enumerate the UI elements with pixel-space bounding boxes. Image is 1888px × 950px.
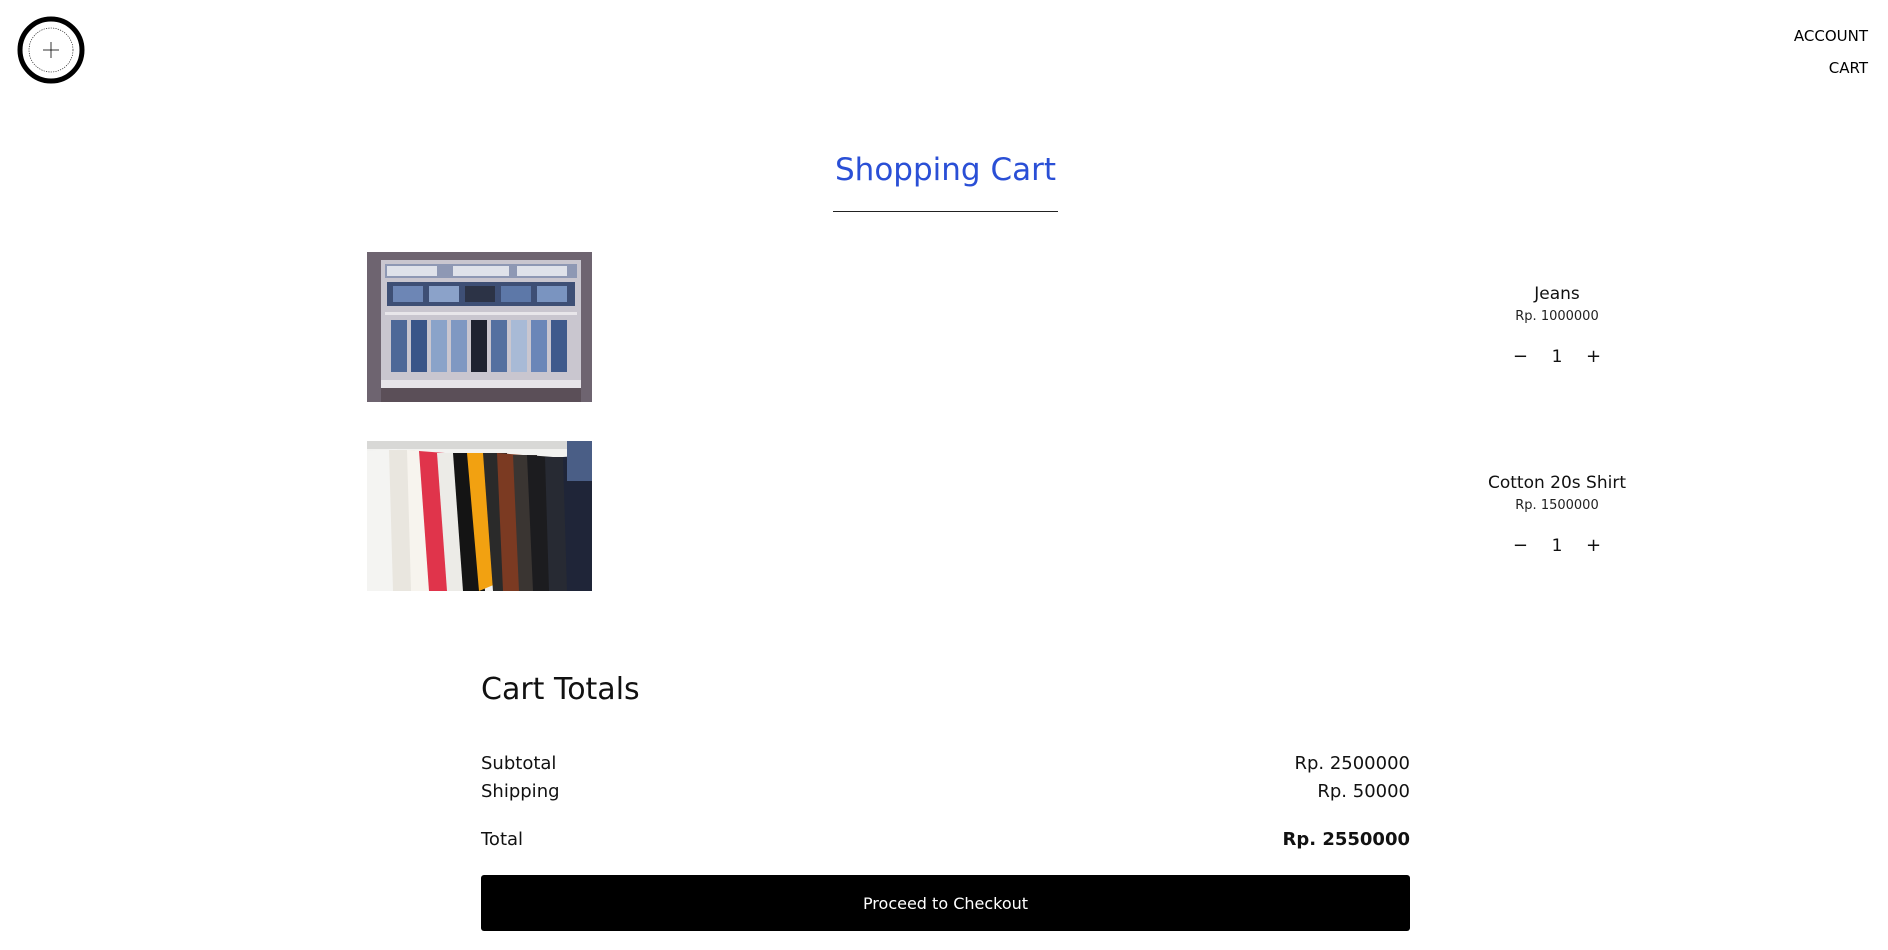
- cart-item: Cotton 20s Shirt Rp. 1500000 − 1 +: [367, 441, 1626, 591]
- top-nav: ACCOUNT CART: [1794, 20, 1868, 84]
- title-underline: [833, 211, 1058, 212]
- quantity-stepper: − 1 +: [1407, 346, 1707, 368]
- quantity-stepper: − 1 +: [1407, 535, 1707, 557]
- cart-item: Jeans Rp. 1000000 − 1 +: [367, 252, 1601, 402]
- total-value: Rp. 2550000: [1282, 829, 1410, 850]
- shipping-value: Rp. 50000: [1317, 781, 1410, 802]
- checkout-button[interactable]: Proceed to Checkout: [481, 875, 1410, 931]
- total-row: Total Rp. 2550000: [481, 826, 1410, 854]
- page-title: Shopping Cart: [835, 152, 1056, 188]
- subtotal-value: Rp. 2500000: [1294, 753, 1410, 774]
- page: ACCOUNT CART Shopping Cart Jeans Rp. 100…: [0, 0, 1888, 950]
- quantity-value: 1: [1551, 347, 1563, 367]
- brand-logo[interactable]: [15, 14, 87, 86]
- plus-icon[interactable]: +: [1582, 535, 1605, 557]
- cart-totals-heading: Cart Totals: [481, 672, 640, 707]
- nav-account-link[interactable]: ACCOUNT: [1794, 20, 1868, 52]
- brand-logo-icon: [17, 16, 85, 84]
- shipping-label: Shipping: [481, 781, 560, 802]
- title-wrap: Shopping Cart: [833, 148, 1058, 192]
- jeans-display-photo: [367, 252, 592, 402]
- plus-icon[interactable]: +: [1582, 346, 1605, 368]
- item-price: Rp. 1500000: [1515, 498, 1599, 513]
- minus-icon[interactable]: −: [1509, 346, 1532, 368]
- nav-cart-link[interactable]: CART: [1794, 52, 1868, 84]
- item-name: Cotton 20s Shirt: [1487, 473, 1627, 493]
- shipping-row: Shipping Rp. 50000: [481, 778, 1410, 806]
- subtotal-row: Subtotal Rp. 2500000: [481, 750, 1410, 778]
- shirts-rack-photo: [367, 441, 592, 591]
- subtotal-label: Subtotal: [481, 753, 557, 774]
- item-info: Jeans Rp. 1000000 − 1 +: [1407, 252, 1707, 368]
- cart-totals: Cart Totals Subtotal Rp. 2500000 Shippin…: [481, 668, 1410, 931]
- item-info: Cotton 20s Shirt Rp. 1500000 − 1 +: [1407, 441, 1707, 557]
- item-price: Rp. 1000000: [1515, 309, 1599, 324]
- minus-icon[interactable]: −: [1509, 535, 1532, 557]
- total-label: Total: [481, 829, 524, 850]
- item-name: Jeans: [1534, 284, 1580, 304]
- quantity-value: 1: [1551, 536, 1563, 556]
